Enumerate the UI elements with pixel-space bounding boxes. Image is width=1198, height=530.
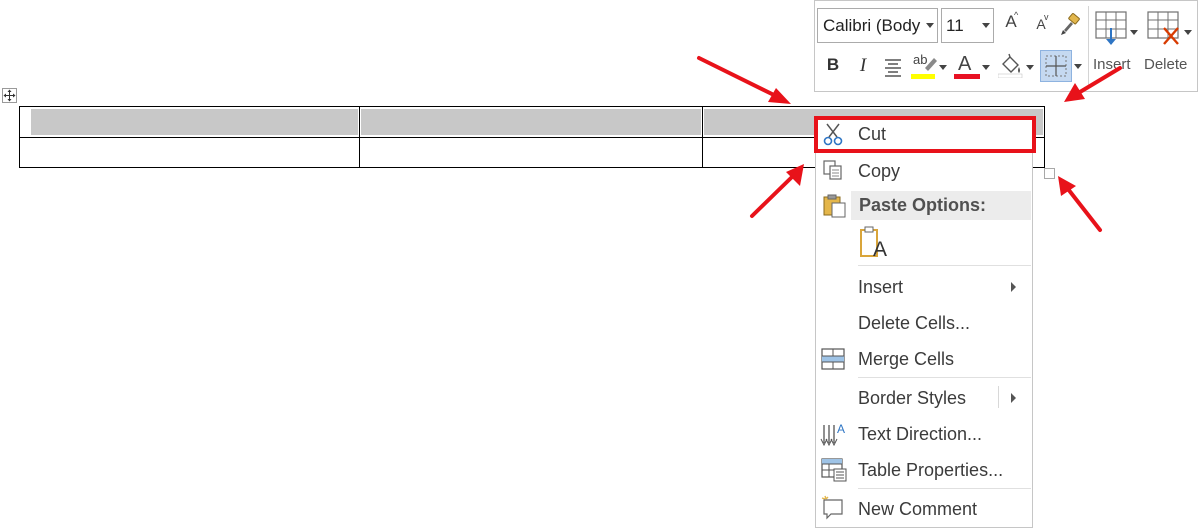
menu-item-text-direction-label: Text Direction...: [858, 424, 983, 444]
menu-separator: [858, 377, 1031, 378]
font-size-box[interactable]: 11: [941, 8, 994, 43]
highlighter-pen-icon: [925, 58, 937, 71]
paste-options-label: Paste Options:: [859, 195, 987, 215]
insert-table-icon: [1095, 11, 1127, 45]
font-name-box[interactable]: Calibri (Body: [817, 8, 938, 43]
svg-text:A: A: [837, 422, 845, 436]
format-painter-button[interactable]: [1059, 12, 1083, 38]
format-painter-icon: [1061, 13, 1080, 35]
table-resize-handle[interactable]: [1044, 168, 1055, 179]
menu-item-merge-cells-label: Merge Cells: [858, 349, 955, 369]
menu-item-copy[interactable]: [816, 155, 1032, 187]
italic-icon: I: [859, 55, 867, 76]
borders-icon: [1045, 55, 1067, 77]
submenu-arrow-icon: [1011, 393, 1016, 403]
submenu-arrow-icon: [1011, 282, 1016, 292]
menu-item-insert-label: Insert: [858, 277, 904, 297]
delete-label: Delete: [1144, 56, 1188, 73]
bold-icon: B: [826, 55, 840, 74]
annotation-arrow: [1066, 187, 1102, 232]
paste-options-header: Paste Options:: [851, 191, 1031, 220]
move-arrows-icon: [3, 89, 16, 102]
table-properties-icon: [821, 458, 847, 482]
menu-item-border-styles-label: Border Styles: [858, 388, 967, 408]
chevron-down-icon: [1074, 64, 1082, 69]
delete-table-icon: [1147, 11, 1179, 45]
table-cell[interactable]: [359, 106, 703, 138]
delete-table-button[interactable]: Delete: [1142, 8, 1194, 86]
copy-icon: [823, 160, 842, 180]
annotation-arrow: [750, 174, 795, 218]
annotation-arrowhead: [1058, 176, 1076, 196]
annotation-arrowhead: [768, 88, 791, 104]
highlight-color-bar: [911, 74, 935, 79]
table-move-handle[interactable]: [2, 88, 17, 103]
menu-item-table-properties-label: Table Properties...: [858, 460, 1004, 480]
font-color-bar: [954, 74, 980, 79]
submenu-divider: [998, 386, 999, 408]
font-size-value: 11: [946, 16, 964, 35]
shrink-font-button[interactable]: A v: [1030, 12, 1052, 40]
table-cell[interactable]: [359, 137, 703, 168]
borders-button[interactable]: [1040, 50, 1084, 82]
chevron-down-icon: [982, 65, 990, 70]
shading-button[interactable]: [997, 52, 1038, 82]
menu-item-delete-cells-label: Delete Cells...: [858, 313, 971, 333]
insert-table-button[interactable]: Insert: [1092, 8, 1140, 86]
paste-keep-text-only-button[interactable]: A: [858, 226, 892, 262]
annotation-arrow: [697, 56, 778, 98]
highlight-button[interactable]: ab: [911, 52, 951, 82]
font-name-value: Calibri (Body: [823, 16, 921, 35]
text-direction-icon: A: [820, 422, 845, 447]
chevron-down-icon: [1184, 30, 1192, 35]
menu-separator: [858, 265, 1031, 266]
chevron-down-icon: [982, 23, 990, 28]
paint-bucket-icon: [997, 53, 1023, 79]
center-align-button[interactable]: [882, 56, 906, 82]
menu-separator: [858, 488, 1031, 489]
table-cell[interactable]: [18, 137, 361, 168]
chevron-down-icon: [1026, 65, 1034, 70]
paste-keep-text-glyph: A: [873, 238, 888, 261]
chevron-down-icon: [939, 65, 947, 70]
chevron-down-icon: [926, 23, 934, 28]
table-cell[interactable]: [18, 106, 361, 138]
italic-button[interactable]: I: [852, 55, 874, 81]
font-color-glyph: A: [958, 53, 972, 75]
cut-annotation-highlight: [814, 116, 1036, 153]
chevron-down-icon: [1130, 30, 1138, 35]
paste-icon: [823, 194, 846, 218]
merge-cells-icon: [821, 348, 845, 370]
grow-font-button[interactable]: A ^: [1000, 10, 1022, 38]
menu-item-insert[interactable]: [816, 272, 1032, 302]
insert-label: Insert: [1093, 56, 1131, 73]
align-center-icon: [885, 59, 901, 77]
toolbar-divider: [1088, 6, 1089, 86]
menu-item-new-comment-label: New Comment: [858, 499, 978, 519]
menu-item-copy-label: Copy: [858, 161, 901, 181]
new-comment-icon: [821, 495, 843, 520]
bold-button[interactable]: B: [822, 55, 844, 81]
font-color-button[interactable]: A: [954, 52, 994, 82]
